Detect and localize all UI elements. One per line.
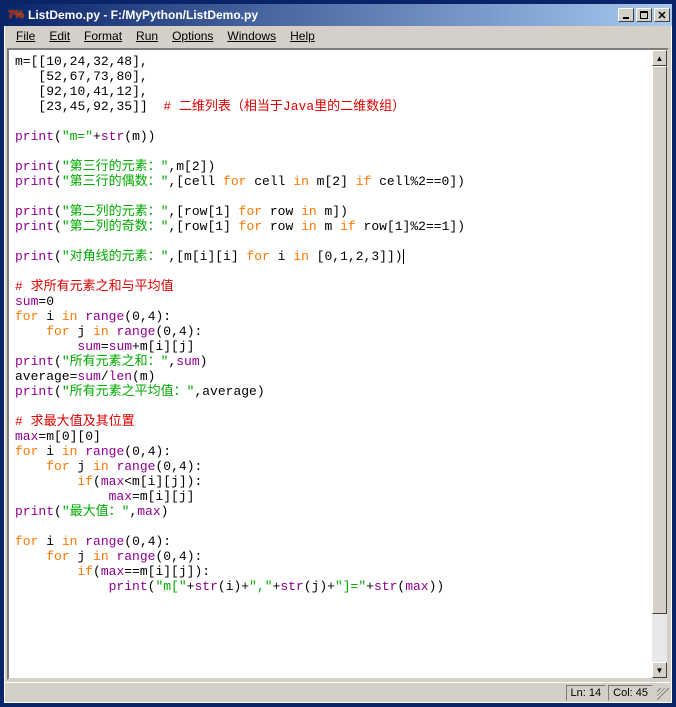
scroll-thumb[interactable] xyxy=(652,66,667,614)
window-title: ListDemo.py - F:/MyPython/ListDemo.py xyxy=(28,8,618,22)
vertical-scrollbar[interactable]: ▲ ▼ xyxy=(651,50,667,678)
statusbar: Ln: 14 Col: 45 xyxy=(5,682,671,702)
titlebar[interactable]: 7% ListDemo.py - F:/MyPython/ListDemo.py xyxy=(4,4,672,26)
status-line: Ln: 14 xyxy=(566,685,607,701)
editor-frame: m=[[10,24,32,48], [52,67,73,80], [92,10,… xyxy=(7,48,669,680)
app-icon: 7% xyxy=(8,7,24,23)
menu-windows[interactable]: Windows xyxy=(220,28,283,44)
close-button[interactable] xyxy=(654,8,670,22)
app-window: 7% ListDemo.py - F:/MyPython/ListDemo.py… xyxy=(0,0,676,707)
scroll-down-button[interactable]: ▼ xyxy=(652,662,667,678)
code-editor[interactable]: m=[[10,24,32,48], [52,67,73,80], [92,10,… xyxy=(9,50,651,678)
scroll-track[interactable] xyxy=(652,66,667,662)
scroll-up-button[interactable]: ▲ xyxy=(652,50,667,66)
minimize-button[interactable] xyxy=(618,8,634,22)
menu-format[interactable]: Format xyxy=(77,28,129,44)
resize-grip[interactable] xyxy=(657,688,669,700)
status-col: Col: 45 xyxy=(608,685,653,701)
menubar: File Edit Format Run Options Windows Hel… xyxy=(5,26,671,46)
menu-help[interactable]: Help xyxy=(283,28,322,44)
maximize-button[interactable] xyxy=(636,8,652,22)
client-area: File Edit Format Run Options Windows Hel… xyxy=(4,26,672,703)
menu-edit[interactable]: Edit xyxy=(42,28,77,44)
menu-run[interactable]: Run xyxy=(129,28,165,44)
menu-file[interactable]: File xyxy=(9,28,42,44)
menu-options[interactable]: Options xyxy=(165,28,220,44)
